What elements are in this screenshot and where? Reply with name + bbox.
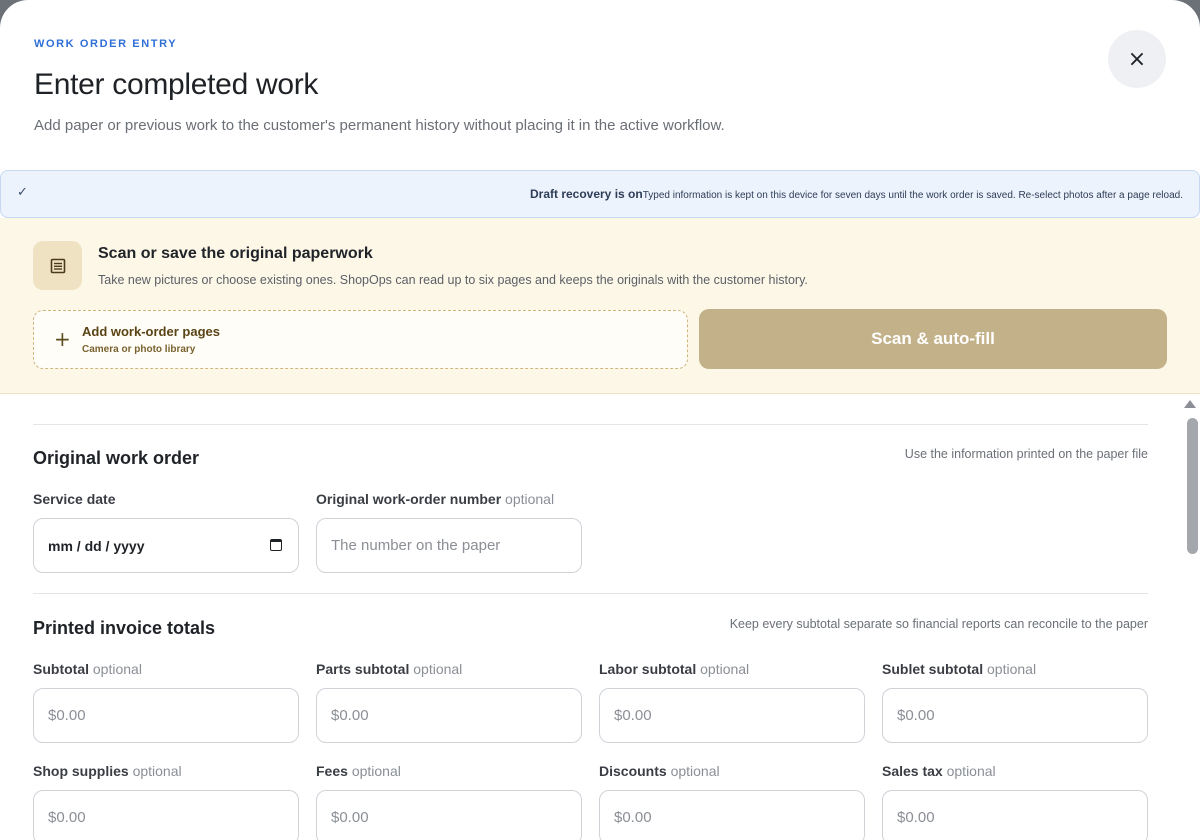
sales-tax-placeholder: $0.00 xyxy=(897,809,935,826)
scan-description: Take new pictures or choose existing one… xyxy=(98,273,808,287)
scrollbar-thumb[interactable] xyxy=(1187,418,1198,554)
labor-subtotal-label: Labor subtotal optional xyxy=(599,661,750,677)
discounts-label: Discounts optional xyxy=(599,763,720,779)
modal-header: WORK ORDER ENTRY Enter completed work Ad… xyxy=(0,0,1200,170)
section-divider xyxy=(33,593,1148,594)
subtotal-input[interactable]: $0.00 xyxy=(33,688,299,743)
banner-strong: Draft recovery is on xyxy=(529,187,643,201)
invoice-totals-note: Keep every subtotal separate so financia… xyxy=(729,617,1148,631)
labor-subtotal-placeholder: $0.00 xyxy=(614,707,652,724)
sales-tax-label: Sales tax optional xyxy=(882,763,996,779)
shop-supplies-placeholder: $0.00 xyxy=(48,809,86,826)
parts-subtotal-label: Parts subtotal optional xyxy=(316,661,463,677)
form-body: Original work order Use the information … xyxy=(0,394,1200,840)
eyebrow-label: WORK ORDER ENTRY xyxy=(34,38,178,50)
sublet-subtotal-input[interactable]: $0.00 xyxy=(882,688,1148,743)
work-order-number-label: Original work-order number optional xyxy=(316,491,555,507)
shop-supplies-label: Shop supplies optional xyxy=(33,763,182,779)
scan-title: Scan or save the original paperwork xyxy=(98,245,373,262)
close-button[interactable]: × xyxy=(1108,30,1166,88)
section-divider xyxy=(33,424,1148,425)
page-subtitle: Add paper or previous work to the custom… xyxy=(34,117,725,134)
subtotal-label: Subtotal optional xyxy=(33,661,142,677)
service-date-label: Service date xyxy=(33,491,116,507)
draft-recovery-banner: ✓ Draft recovery is onTyped information … xyxy=(0,170,1200,218)
subtotal-placeholder: $0.00 xyxy=(48,707,86,724)
original-work-order-title: Original work order xyxy=(33,448,200,468)
sublet-subtotal-placeholder: $0.00 xyxy=(897,707,935,724)
document-icon xyxy=(33,241,82,290)
work-order-modal: WORK ORDER ENTRY Enter completed work Ad… xyxy=(0,0,1200,840)
fees-label: Fees optional xyxy=(316,763,401,779)
service-date-value: mm / dd / yyyy xyxy=(48,537,145,554)
banner-detail: Typed information is kept on this device… xyxy=(642,190,1183,201)
labor-subtotal-input[interactable]: $0.00 xyxy=(599,688,865,743)
invoice-totals-title: Printed invoice totals xyxy=(33,618,216,638)
service-date-input[interactable]: mm / dd / yyyy xyxy=(33,518,299,573)
work-order-number-placeholder: The number on the paper xyxy=(331,537,501,554)
scan-paperwork-section: Scan or save the original paperwork Take… xyxy=(0,218,1200,394)
calendar-icon[interactable] xyxy=(270,539,282,551)
check-icon: ✓ xyxy=(17,185,28,200)
add-pages-subtitle: Camera or photo library xyxy=(82,344,196,355)
page-title: Enter completed work xyxy=(34,68,319,101)
scan-autofill-button[interactable]: Scan & auto-fill xyxy=(699,309,1167,369)
sublet-subtotal-label: Sublet subtotal optional xyxy=(882,661,1037,677)
add-pages-title: Add work-order pages xyxy=(82,324,220,339)
sales-tax-input[interactable]: $0.00 xyxy=(882,790,1148,840)
plus-icon: + xyxy=(54,327,71,351)
shop-supplies-input[interactable]: $0.00 xyxy=(33,790,299,840)
fees-input[interactable]: $0.00 xyxy=(316,790,582,840)
discounts-input[interactable]: $0.00 xyxy=(599,790,865,840)
scroll-up-arrow-icon[interactable] xyxy=(1184,400,1196,408)
close-icon: × xyxy=(1127,46,1147,72)
parts-subtotal-placeholder: $0.00 xyxy=(331,707,369,724)
discounts-placeholder: $0.00 xyxy=(614,809,652,826)
original-work-order-note: Use the information printed on the paper… xyxy=(904,447,1148,461)
work-order-number-input[interactable]: The number on the paper xyxy=(316,518,582,573)
add-pages-button[interactable]: + Add work-order pages Camera or photo l… xyxy=(33,310,688,369)
banner-message: Draft recovery is onTyped information is… xyxy=(530,187,1183,201)
fees-placeholder: $0.00 xyxy=(331,809,369,826)
parts-subtotal-input[interactable]: $0.00 xyxy=(316,688,582,743)
